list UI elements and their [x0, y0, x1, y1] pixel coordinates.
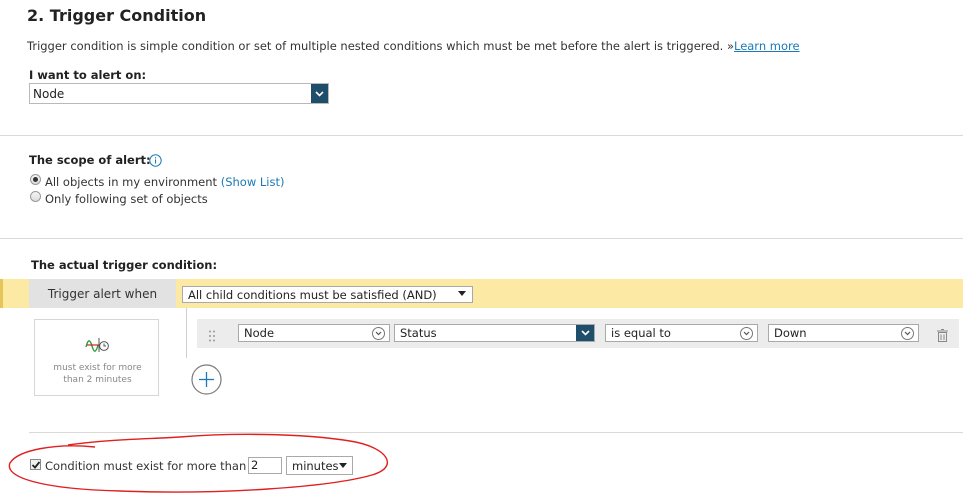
annotation-circle: [8, 433, 388, 493]
plus-circle-icon[interactable]: [191, 364, 222, 399]
condition-object-select[interactable]: Node: [238, 324, 390, 342]
condition-value-value: Down: [774, 326, 807, 340]
alert-on-value: Node: [33, 86, 65, 101]
scope-radio-all[interactable]: [30, 174, 41, 185]
trigger-when-label: Trigger alert when: [29, 279, 176, 308]
chevron-down-icon: [311, 84, 328, 103]
band-marker: [0, 279, 3, 308]
dropdown-arrow-icon: [458, 291, 466, 296]
tree-line: [186, 308, 187, 358]
description-text: Trigger condition is simple condition or…: [27, 39, 724, 53]
trash-icon[interactable]: [937, 327, 948, 346]
section-description: Trigger condition is simple condition or…: [27, 39, 800, 53]
chevron-down-icon: [576, 325, 594, 341]
info-icon[interactable]: [149, 152, 162, 167]
condition-field-select[interactable]: Status: [394, 324, 595, 342]
trigger-label: The actual trigger condition:: [31, 258, 218, 272]
learn-more-prefix: »: [726, 39, 734, 53]
group-condition-value: All child conditions must be satisfied (…: [188, 287, 437, 302]
scope-option-all-label: All objects in my environment: [45, 175, 218, 189]
scope-option-all: All objects in my environment (Show List…: [45, 175, 284, 189]
learn-more-link[interactable]: Learn more: [734, 39, 800, 53]
drag-handle-icon[interactable]: [209, 327, 215, 346]
condition-field-value: Status: [400, 326, 437, 340]
section-title: 2. Trigger Condition: [27, 6, 207, 25]
scope-option-following-label: Only following set of objects: [45, 192, 208, 206]
group-condition-select[interactable]: All child conditions must be satisfied (…: [182, 286, 473, 303]
alert-on-label: I want to alert on:: [29, 68, 147, 82]
condition-value-select[interactable]: Down: [768, 324, 919, 342]
summary-text: must exist for more than 2 minutes: [53, 363, 142, 385]
condition-graph-icon: [85, 338, 109, 352]
condition-summary-card: must exist for more than 2 minutes: [34, 319, 159, 396]
alert-on-select[interactable]: Node: [29, 83, 329, 104]
chevron-down-icon: [901, 327, 914, 340]
scope-label: The scope of alert:: [29, 153, 151, 167]
show-list-link[interactable]: (Show List): [221, 175, 285, 189]
divider: [0, 238, 963, 239]
condition-object-value: Node: [244, 326, 275, 340]
divider: [0, 135, 963, 136]
condition-operator-select[interactable]: is equal to: [605, 324, 758, 342]
chevron-down-icon: [372, 327, 385, 340]
condition-operator-value: is equal to: [611, 326, 671, 340]
chevron-down-icon: [740, 327, 753, 340]
scope-radio-following[interactable]: [30, 191, 41, 202]
